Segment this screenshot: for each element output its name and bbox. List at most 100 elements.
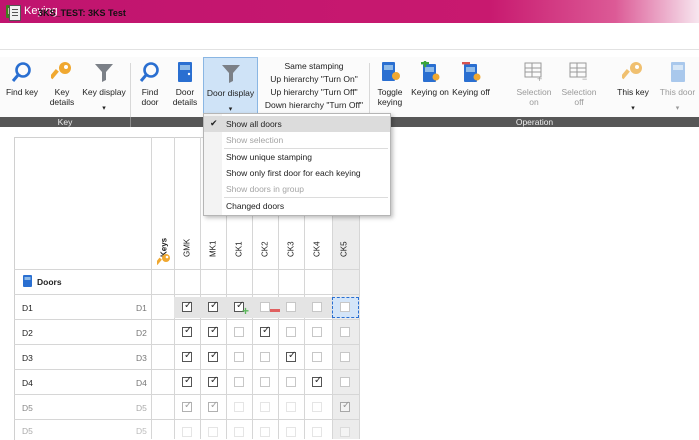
document-icon: [9, 5, 21, 21]
keying-checkbox[interactable]: [286, 327, 296, 337]
keying-checkbox[interactable]: [312, 327, 322, 337]
keying-checkbox[interactable]: [208, 400, 218, 412]
keying-checkbox[interactable]: [340, 427, 350, 437]
up-hierarchy-off-button[interactable]: Up hierarchy "Turn Off": [262, 87, 366, 97]
keying-checkbox[interactable]: [182, 325, 192, 337]
ribbon: Find key Key details Key display ▾ Find …: [0, 57, 699, 118]
keying-checkbox[interactable]: [182, 350, 192, 362]
keying-checkbox[interactable]: [286, 302, 296, 312]
keying-off-button[interactable]: Keying off: [452, 57, 490, 117]
keying-checkbox[interactable]: [340, 352, 350, 362]
menu-item-show-selection[interactable]: Show selection: [204, 132, 390, 148]
menu-item-label: Show selection: [226, 135, 284, 145]
keying-checkbox[interactable]: [208, 375, 218, 387]
row-code-d1: D1: [136, 303, 147, 313]
grid-line: [14, 419, 360, 420]
keying-off-label: Keying off: [452, 87, 490, 97]
keying-checkbox[interactable]: [260, 427, 270, 437]
column-header-gmk[interactable]: GMK: [177, 238, 197, 268]
this-door-button[interactable]: This door ▾: [656, 57, 699, 117]
selection-on-button[interactable]: + Selection on: [513, 57, 555, 117]
column-label: CK4: [312, 241, 322, 257]
row-label-d1[interactable]: D1: [22, 303, 33, 313]
menu-item-label: Changed doors: [226, 201, 285, 211]
row-label-d2[interactable]: D2: [22, 328, 33, 338]
keying-checkbox[interactable]: [286, 377, 296, 387]
ribbon-separator: [130, 63, 131, 117]
keying-checkbox[interactable]: [208, 427, 218, 437]
row-label-d5b[interactable]: D5: [22, 426, 33, 436]
keying-checkbox[interactable]: [208, 325, 218, 337]
keying-checkbox[interactable]: [312, 302, 322, 312]
this-key-button[interactable]: This key ▾: [612, 57, 654, 117]
key-display-button[interactable]: Key display ▾: [82, 57, 126, 117]
door-display-button[interactable]: Door display ▾: [203, 57, 258, 117]
door-details-label: Door details: [172, 87, 198, 107]
key-icon: [51, 62, 71, 80]
keying-checkbox[interactable]: [286, 402, 296, 412]
down-hierarchy-off-button[interactable]: Down hierarchy "Turn Off": [262, 100, 366, 110]
find-door-button[interactable]: Find door: [134, 57, 166, 117]
up-hierarchy-on-button[interactable]: Up hierarchy "Turn On": [262, 74, 366, 84]
selection-off-label: Selection off: [561, 87, 597, 107]
keying-checkbox[interactable]: [260, 302, 270, 312]
svg-text:−: −: [582, 74, 587, 83]
toggle-keying-button[interactable]: Toggle keying: [373, 57, 407, 117]
row-label-d3[interactable]: D3: [22, 353, 33, 363]
keying-on-label: Keying on: [411, 87, 449, 97]
door-key-toggle-icon: [382, 62, 400, 81]
column-header-ck5[interactable]: CK5: [334, 238, 354, 268]
keying-checkbox[interactable]: [340, 400, 350, 412]
keying-checkbox[interactable]: [286, 350, 296, 362]
find-key-button[interactable]: Find key: [2, 57, 42, 117]
keying-checkbox[interactable]: [234, 377, 244, 387]
keying-checkbox[interactable]: [182, 300, 192, 312]
column-header-ck3[interactable]: CK3: [281, 238, 301, 268]
toggle-keying-label: Toggle keying: [377, 87, 403, 107]
column-header-ck2[interactable]: CK2: [255, 238, 275, 268]
menu-item-show-unique-stamping[interactable]: Show unique stamping: [204, 149, 390, 165]
keying-on-button[interactable]: Keying on: [411, 57, 449, 117]
keying-checkbox[interactable]: [340, 327, 350, 337]
keying-checkbox[interactable]: [312, 427, 322, 437]
door-details-button[interactable]: Door details: [168, 57, 202, 117]
keying-checkbox[interactable]: [182, 375, 192, 387]
keying-checkbox[interactable]: [260, 352, 270, 362]
keying-checkbox[interactable]: [260, 402, 270, 412]
keying-checkbox[interactable]: [340, 377, 350, 387]
keying-checkbox[interactable]: [260, 325, 270, 337]
keying-checkbox[interactable]: [234, 352, 244, 362]
row-code-d4: D4: [136, 378, 147, 388]
keying-checkbox[interactable]: [312, 402, 322, 412]
keying-checkbox[interactable]: [208, 300, 218, 312]
column-header-ck4[interactable]: CK4: [307, 238, 327, 268]
keying-checkbox[interactable]: [234, 402, 244, 412]
this-door-label: This door: [659, 87, 696, 97]
keying-checkbox[interactable]: [286, 427, 296, 437]
same-stamping-button[interactable]: Same stamping: [262, 61, 366, 71]
keying-checkbox[interactable]: [260, 377, 270, 387]
grid-line: [14, 294, 360, 295]
keying-checkbox[interactable]: [312, 375, 322, 387]
row-label-d5[interactable]: D5: [22, 403, 33, 413]
menu-item-label: Show only first door for each keying: [226, 168, 361, 178]
keying-checkbox[interactable]: [234, 427, 244, 437]
column-header-mk1[interactable]: MK1: [203, 238, 223, 268]
document-header: [0, 23, 699, 50]
row-label-d4[interactable]: D4: [22, 378, 33, 388]
keying-checkbox[interactable]: [312, 352, 322, 362]
keying-checkbox[interactable]: [208, 350, 218, 362]
key-details-button[interactable]: Key details: [46, 57, 78, 117]
keying-checkbox[interactable]: [234, 327, 244, 337]
selection-off-button[interactable]: − Selection off: [558, 57, 600, 117]
menu-item-changed-doors[interactable]: Changed doors: [204, 198, 390, 214]
chevron-down-icon: ▾: [102, 105, 106, 112]
keying-checkbox[interactable]: [340, 302, 350, 312]
row-code-d5: D5: [136, 403, 147, 413]
menu-item-show-all-doors[interactable]: ✔ Show all doors: [204, 116, 390, 132]
column-header-ck1[interactable]: CK1: [229, 238, 249, 268]
menu-item-show-first-door[interactable]: Show only first door for each keying: [204, 165, 390, 181]
keying-checkbox[interactable]: [182, 427, 192, 437]
menu-item-show-doors-in-group[interactable]: Show doors in group: [204, 181, 390, 197]
keying-checkbox[interactable]: [182, 400, 192, 412]
